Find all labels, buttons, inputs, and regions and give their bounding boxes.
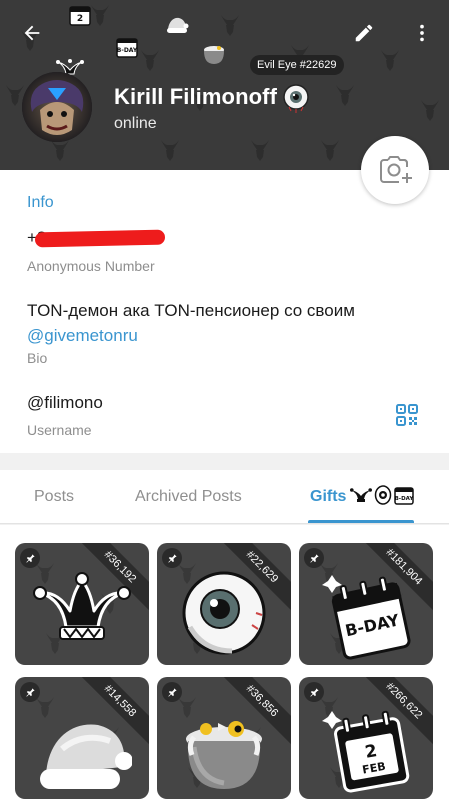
- tab-archived-posts[interactable]: Archived Posts: [135, 488, 242, 506]
- jester-hat-icon: [350, 488, 372, 502]
- bio-label: Bio: [27, 350, 48, 366]
- online-status: online: [114, 115, 157, 132]
- evil-eye-emoji-status-icon[interactable]: [281, 83, 311, 113]
- avatar[interactable]: [22, 72, 92, 142]
- pencil-icon: [355, 24, 373, 42]
- gift-card[interactable]: #14,558: [15, 677, 149, 799]
- witch-cauldron-icon: [186, 721, 262, 789]
- evil-eye-icon: [182, 571, 266, 655]
- profile-tabs: Posts Archived Posts Gifts B-DAY: [0, 470, 449, 524]
- gifts-grid: #36,192 #22,629 #181,904 B-DAY #14,558 #…: [0, 525, 449, 800]
- floating-cauldron-icon: [204, 46, 224, 64]
- floating-santa-hat-icon: [167, 17, 189, 33]
- tab-gifts[interactable]: Gifts: [310, 488, 346, 506]
- username[interactable]: @filimono: [27, 393, 103, 413]
- emoji-status-tooltip: Evil Eye #22629: [250, 55, 344, 75]
- arrow-left-icon: [24, 25, 40, 41]
- bday-calendar-icon: B-DAY: [394, 487, 414, 505]
- bio-body: TON-демон ака TON-пенсионер со своим: [27, 301, 355, 320]
- profile-name: Kirill Filimonoff: [114, 84, 278, 109]
- svg-text:B-DAY: B-DAY: [395, 496, 414, 502]
- floating-calendar-icon: 2: [69, 6, 91, 26]
- bio-text: TON-демон ака TON-пенсионер со своим @gi…: [27, 298, 407, 348]
- svg-text:B-DAY: B-DAY: [117, 47, 138, 54]
- phone-number-row[interactable]: +8: [27, 228, 177, 250]
- feb-calendar-icon: 2 FEB: [322, 710, 410, 793]
- tab-posts[interactable]: Posts: [34, 488, 74, 506]
- back-button[interactable]: [18, 19, 46, 47]
- jester-hat-icon: [33, 572, 131, 640]
- info-title: Info: [27, 194, 54, 211]
- set-photo-button[interactable]: [361, 136, 429, 204]
- more-vertical-icon: [420, 24, 424, 42]
- bday-calendar-icon: B-DAY: [322, 575, 411, 660]
- phone-label: Anonymous Number: [27, 258, 155, 274]
- redaction-mark: [34, 229, 166, 248]
- profile-screen: 2 B-DAY Kirill Filimonoff online Evil Ey…: [0, 0, 449, 800]
- tab-gifts-preview: B-DAY: [350, 485, 414, 505]
- gift-card[interactable]: #22,629: [157, 543, 291, 665]
- svg-text:2: 2: [77, 14, 83, 24]
- more-options-button[interactable]: [408, 19, 436, 47]
- evil-eye-icon: [374, 485, 392, 505]
- qr-code-icon[interactable]: [395, 403, 419, 427]
- username-label: Username: [27, 422, 92, 438]
- floating-bday-calendar-icon: B-DAY: [116, 38, 138, 58]
- info-section: Info +8 Anonymous Number TON-демон ака T…: [0, 170, 449, 453]
- gift-card[interactable]: #36,192: [15, 543, 149, 665]
- gift-card[interactable]: #181,904 B-DAY: [299, 543, 433, 665]
- avatar-image: [22, 72, 92, 142]
- bio-link[interactable]: @givemetonru: [27, 326, 138, 345]
- active-tab-indicator: [308, 520, 414, 523]
- edit-button[interactable]: [350, 19, 378, 47]
- gift-card[interactable]: #266,622 2 FEB: [299, 677, 433, 799]
- camera-add-icon: [380, 156, 412, 183]
- gift-card[interactable]: #36,856: [157, 677, 291, 799]
- santa-hat-icon: [40, 724, 132, 789]
